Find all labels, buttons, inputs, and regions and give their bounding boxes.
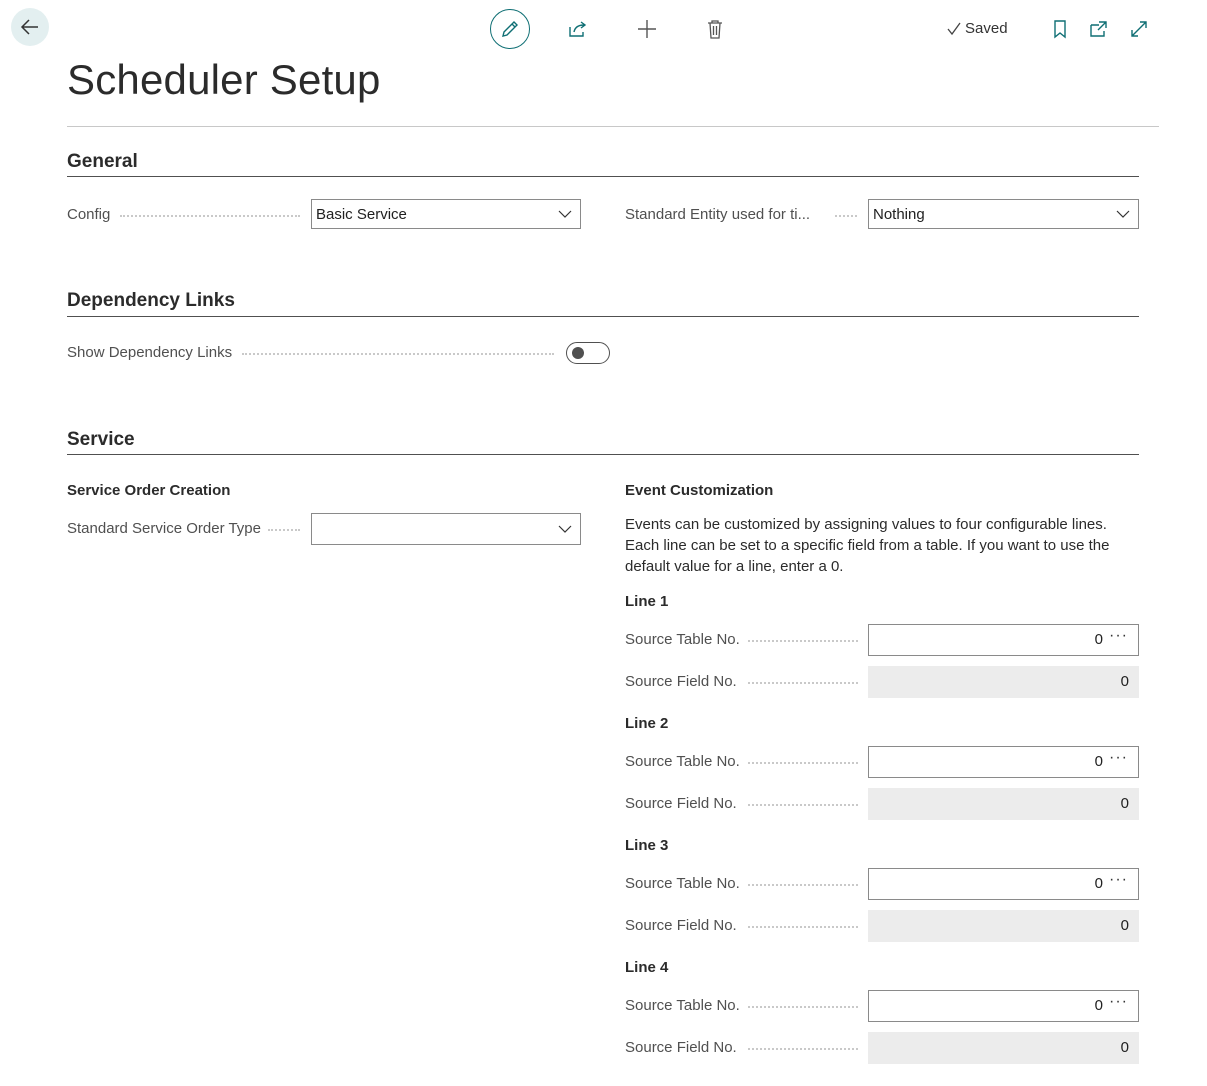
event-customization-description: Events can be customized by assigning va…: [625, 516, 1110, 575]
saved-status: Saved: [946, 20, 1008, 37]
lookup-ellipsis-icon[interactable]: ···: [1109, 627, 1128, 645]
line-2-title: Line 2: [625, 715, 669, 732]
bookmark-icon: [1054, 20, 1066, 39]
line-1-source-field-value-box: 0: [868, 666, 1139, 698]
chevron-down-icon: [558, 525, 572, 533]
event-customization-title: Event Customization: [625, 482, 774, 499]
field-leader-dots: [748, 884, 858, 886]
standard-service-order-type-label: Standard Service Order Type: [67, 520, 261, 537]
line-1-source-table-label: Source Table No.: [625, 631, 740, 648]
show-dependency-links-label: Show Dependency Links: [67, 344, 233, 361]
line-2-source-table-value: 0: [1094, 753, 1103, 770]
field-leader-dots: [242, 353, 554, 355]
line-2-source-field-value-box: 0: [868, 788, 1139, 820]
show-dependency-links-toggle[interactable]: [566, 342, 610, 364]
title-divider: [67, 126, 1159, 127]
line-4-title: Line 4: [625, 959, 669, 976]
open-new-window-button[interactable]: [1079, 9, 1119, 49]
section-divider-dependency-links: [67, 316, 1139, 317]
saved-label: Saved: [965, 20, 1008, 37]
line-4-source-table-value: 0: [1094, 997, 1103, 1014]
plus-icon: [638, 20, 656, 38]
new-button[interactable]: [627, 9, 667, 49]
lookup-ellipsis-icon[interactable]: ···: [1109, 871, 1128, 889]
line-4-source-table-label: Source Table No.: [625, 997, 740, 1014]
line-1-source-table-value: 0: [1094, 631, 1103, 648]
field-leader-dots: [748, 762, 858, 764]
line-4-source-field-value-box: 0: [868, 1032, 1139, 1064]
standard-entity-value: Nothing: [873, 205, 925, 223]
line-4-source-field-value: 0: [1120, 1039, 1129, 1056]
line-1-source-field-label: Source Field No.: [625, 673, 737, 690]
field-leader-dots: [748, 640, 858, 642]
config-label: Config: [67, 206, 111, 223]
arrow-left-icon: [20, 19, 38, 35]
line-2-source-table-input[interactable]: 0 ···: [868, 746, 1139, 778]
field-leader-dots: [748, 682, 858, 684]
line-3-source-table-value: 0: [1094, 875, 1103, 892]
line-4-source-table-input[interactable]: 0 ···: [868, 990, 1139, 1022]
field-leader-dots: [268, 529, 300, 531]
line-1-source-table-input[interactable]: 0 ···: [868, 624, 1139, 656]
trash-icon: [708, 20, 722, 39]
line-3-source-field-label: Source Field No.: [625, 917, 737, 934]
config-select[interactable]: Basic Service: [311, 199, 581, 229]
field-leader-dots: [835, 215, 857, 217]
open-in-new-window-icon: [1090, 21, 1107, 37]
checkmark-icon: [947, 22, 961, 35]
line-3-source-field-value-box: 0: [868, 910, 1139, 942]
share-button[interactable]: [558, 9, 598, 49]
expand-icon: [1131, 21, 1147, 37]
line-4-source-field-label: Source Field No.: [625, 1039, 737, 1056]
line-3-source-table-input[interactable]: 0 ···: [868, 868, 1139, 900]
line-3-source-table-label: Source Table No.: [625, 875, 740, 892]
section-title-general: General: [67, 151, 138, 172]
edit-button[interactable]: [490, 9, 530, 49]
share-icon: [569, 21, 587, 37]
pencil-icon: [502, 21, 518, 37]
lookup-ellipsis-icon[interactable]: ···: [1109, 749, 1128, 767]
line-3-title: Line 3: [625, 837, 669, 854]
section-divider-general: [67, 176, 1139, 177]
config-value: Basic Service: [316, 205, 407, 223]
chevron-down-icon: [1116, 210, 1130, 218]
expand-button[interactable]: [1119, 9, 1159, 49]
toggle-knob: [572, 347, 584, 359]
line-1-source-field-value: 0: [1120, 673, 1129, 690]
field-leader-dots: [120, 215, 300, 217]
delete-button[interactable]: [695, 9, 735, 49]
chevron-down-icon: [558, 210, 572, 218]
field-leader-dots: [748, 1048, 858, 1050]
section-divider-service: [67, 454, 1139, 455]
field-leader-dots: [748, 926, 858, 928]
field-leader-dots: [748, 1006, 858, 1008]
section-title-service: Service: [67, 429, 135, 450]
line-2-source-field-label: Source Field No.: [625, 795, 737, 812]
line-1-title: Line 1: [625, 593, 669, 610]
standard-entity-label: Standard Entity used for ti...: [625, 206, 811, 223]
section-title-dependency-links: Dependency Links: [67, 290, 235, 311]
standard-service-order-type-select[interactable]: [311, 513, 581, 545]
line-2-source-field-value: 0: [1120, 795, 1129, 812]
line-3-source-field-value: 0: [1120, 917, 1129, 934]
standard-entity-select[interactable]: Nothing: [868, 199, 1139, 229]
lookup-ellipsis-icon[interactable]: ···: [1109, 993, 1128, 1011]
field-leader-dots: [748, 804, 858, 806]
page-title: Scheduler Setup: [67, 56, 381, 103]
back-button[interactable]: [11, 8, 49, 46]
service-order-creation-title: Service Order Creation: [67, 482, 231, 499]
line-2-source-table-label: Source Table No.: [625, 753, 740, 770]
bookmark-button[interactable]: [1040, 9, 1080, 49]
